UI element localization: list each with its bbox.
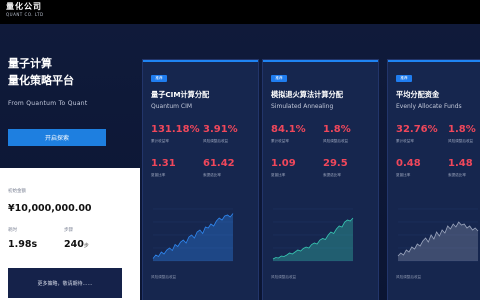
- performance-chart: [397, 208, 479, 262]
- brand-logo[interactable]: 量化公司 QUANT CO. LTD: [6, 3, 44, 17]
- card-footer-label: 风险调整后收益: [271, 275, 297, 279]
- sortino-ratio: 61.42: [203, 158, 235, 169]
- risk-adjusted-return-label: 风险调整后收益: [203, 139, 229, 143]
- steps-value: 240步: [64, 239, 89, 250]
- sortino-ratio: 29.5: [323, 158, 348, 169]
- hero-title: 量子计算 量化策略平台: [8, 55, 74, 89]
- recommend-badge: 推荐: [271, 75, 287, 82]
- hero-title-line2: 量化策略平台: [8, 74, 74, 87]
- card-title: 平均分配资金: [396, 90, 440, 99]
- chart-area: [398, 222, 478, 261]
- risk-adjusted-return: 1.8%: [448, 124, 476, 135]
- sortino-ratio: 1.48: [448, 158, 473, 169]
- risk-adjusted-return-label: 风险调整后收益: [448, 139, 474, 143]
- app-page: 量化公司 QUANT CO. LTD 量子计算 量化策略平台 From Quan…: [0, 0, 480, 300]
- card-subtitle: Simulated Annealing: [271, 103, 334, 110]
- card-title: 量子CIM计算分配: [151, 90, 210, 99]
- performance-chart: [152, 208, 234, 262]
- logo-subtext: QUANT CO. LTD: [6, 12, 44, 17]
- recommend-badge: 推荐: [151, 75, 167, 82]
- more-strategies-button[interactable]: 更多策略，敬请期待……: [8, 268, 122, 298]
- recommend-badge: 推荐: [396, 75, 412, 82]
- sharpe-ratio-label: 夏普比率: [271, 173, 286, 177]
- hero-title-line1: 量子计算: [8, 57, 52, 70]
- card-accent: [388, 60, 480, 62]
- card-subtitle: Evenly Allocate Funds: [396, 103, 462, 110]
- sharpe-ratio: 1.31: [151, 158, 176, 169]
- performance-chart: [272, 208, 354, 262]
- card-accent: [263, 60, 378, 62]
- capital-value: ¥10,000,000.00: [8, 203, 92, 214]
- card-subtitle: Quantum CIM: [151, 103, 193, 110]
- steps-number: 240: [64, 239, 84, 250]
- sortino-ratio-label: 索提诺比率: [203, 173, 221, 177]
- hero-subtitle: From Quantum To Quant: [8, 100, 88, 107]
- cumulative-return: 32.76%: [396, 124, 438, 135]
- cumulative-return-label: 累计收益率: [396, 139, 414, 143]
- top-bar: 量化公司 QUANT CO. LTD: [0, 0, 480, 24]
- cumulative-return-label: 累计收益率: [151, 139, 169, 143]
- sharpe-ratio-label: 夏普比率: [396, 173, 411, 177]
- cumulative-return-label: 累计收益率: [271, 139, 289, 143]
- sharpe-ratio-label: 夏普比率: [151, 173, 166, 177]
- card-footer-label: 风险调整后收益: [151, 275, 177, 279]
- strategy-card[interactable]: 推荐 模拟退火算法计算分配 Simulated Annealing 84.1% …: [263, 60, 378, 300]
- strategy-card[interactable]: 推荐 平均分配资金 Evenly Allocate Funds 32.76% 累…: [388, 60, 480, 300]
- sharpe-ratio: 0.48: [396, 158, 421, 169]
- card-title: 模拟退火算法计算分配: [271, 90, 343, 99]
- logo-text: 量化公司: [6, 2, 42, 11]
- steps-unit: 步: [83, 243, 89, 249]
- steps-label: 步骤: [64, 228, 73, 233]
- chart-area: [153, 213, 233, 261]
- strategy-card[interactable]: 推荐 量子CIM计算分配 Quantum CIM 131.18% 累计收益率 3…: [143, 60, 258, 300]
- capital-label: 初始金额: [8, 189, 26, 194]
- cumulative-return: 131.18%: [151, 124, 200, 135]
- chart-area: [273, 218, 353, 261]
- explore-button[interactable]: 开启探索: [8, 129, 106, 146]
- sharpe-ratio: 1.09: [271, 158, 296, 169]
- sortino-ratio-label: 索提诺比率: [323, 173, 341, 177]
- risk-adjusted-return: 3.91%: [203, 124, 238, 135]
- cumulative-return: 84.1%: [271, 124, 306, 135]
- time-value: 1.98s: [8, 239, 38, 250]
- card-accent: [143, 60, 258, 62]
- risk-adjusted-return-label: 风险调整后收益: [323, 139, 349, 143]
- time-label: 耗时: [8, 228, 17, 233]
- card-footer-label: 风险调整后收益: [396, 275, 422, 279]
- sortino-ratio-label: 索提诺比率: [448, 173, 466, 177]
- risk-adjusted-return: 1.8%: [323, 124, 351, 135]
